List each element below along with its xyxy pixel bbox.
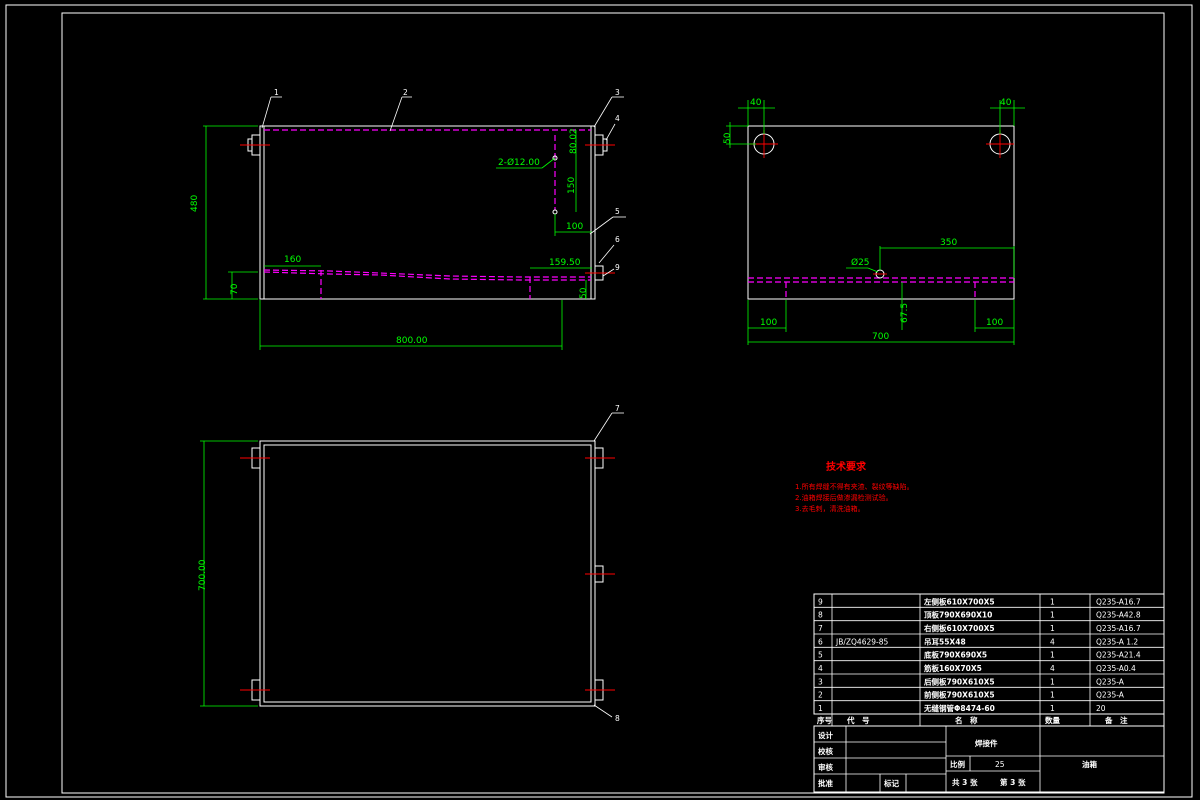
dim-bottom-offset: 70: [230, 283, 240, 295]
dim-hole-top: 50: [723, 132, 733, 144]
tb-sheet-current: 第 3 张: [1000, 777, 1026, 787]
bom-cell-code: JB/ZQ4629-85: [835, 637, 888, 646]
tb-scale-label: 比例: [950, 759, 965, 769]
cad-drawing: 480 70 800.00 160 159.50 50 80.02 150 10…: [5, 4, 1193, 798]
dim-right-offset: 159.50: [549, 258, 581, 268]
bom-header-remark: 备 注: [1104, 715, 1128, 725]
bom-cell-name: 后侧板790X610X5: [924, 676, 995, 686]
tech-note-2: 2.油箱焊接后做渗漏检测试验。: [795, 493, 893, 502]
bom-cell-name: 左侧板610X700X5: [923, 596, 995, 606]
top-tank-outline: [259, 440, 596, 707]
side-view: 40 40 50 350 Ø25 67.5 100 100 700: [723, 98, 1025, 345]
dim-height-small: 67.5: [900, 303, 910, 323]
bom-cell-qty: 4: [1050, 664, 1055, 673]
hole-callout: 2-Ø12.00: [498, 157, 540, 168]
bom-cell-no: 9: [818, 597, 823, 606]
front-view: 480 70 800.00 160 159.50 50 80.02 150 10…: [190, 88, 626, 350]
part-label-5: 5: [615, 207, 620, 216]
bom-cell-material: Q235-A0.4: [1096, 664, 1136, 673]
dim-right-hole: 40: [1000, 98, 1012, 108]
bom-header-name: 名 称: [955, 715, 978, 725]
bom-cell-qty: 1: [1050, 677, 1055, 686]
dim-hole-vertical-b: 150: [567, 177, 577, 194]
tb-drawing-name: 油箱: [1082, 759, 1098, 769]
bom-cell-name: 无缝钢管Φ8474-60: [923, 703, 995, 713]
technical-requirements: 技术要求 1.所有焊缝不得有夹渣、裂纹等缺陷。 2.油箱焊接后做渗漏检测试验。 …: [795, 460, 914, 513]
part-label-9: 9: [615, 263, 620, 272]
dim-bottom-right: 50: [579, 287, 589, 299]
top-view: 700.00 7 8: [198, 404, 624, 723]
tb-scale-value: 25: [995, 760, 1005, 769]
bom-cell-material: Q235-A16.7: [1096, 597, 1141, 606]
tech-notes-title: 技术要求: [826, 460, 867, 473]
bom-cell-qty: 1: [1050, 611, 1055, 620]
bom-cell-material: Q235-A: [1096, 677, 1125, 686]
dim-height: 480: [190, 195, 200, 212]
tb-approve: 批准: [818, 778, 833, 788]
bom-cell-no: 6: [818, 637, 823, 646]
tb-mark: 标记: [883, 778, 899, 788]
part-label-7: 7: [615, 404, 620, 413]
dim-left-bottom: 100: [760, 318, 777, 328]
part-label-2: 2: [403, 88, 408, 97]
bom-cell-no: 5: [818, 651, 823, 660]
part-label-8: 8: [615, 714, 620, 723]
part-label-4: 4: [615, 114, 620, 123]
side-tank-outline: [747, 125, 1015, 300]
dim-span: 350: [940, 238, 957, 248]
bom-cell-qty: 1: [1050, 691, 1055, 700]
bom-cell-qty: 4: [1050, 637, 1055, 646]
part-label-3: 3: [615, 88, 620, 97]
bom-cell-name: 顶板790X690X10: [924, 610, 992, 620]
bom-cell-material: Q235-A16.7: [1096, 624, 1141, 633]
bom-table: 9 左侧板610X700X5 1 Q235-A16.7 8 顶板790X690X10 1 Q2…: [813, 593, 1165, 727]
tb-sheet-total: 共 3 张: [952, 777, 978, 787]
bom-header-no: 序号: [817, 715, 832, 725]
bom-cell-name: 筋板160X70X5: [924, 663, 982, 673]
bom-cell-material: Q235-A 1.2: [1096, 637, 1138, 646]
dim-hole-horizontal: 100: [566, 222, 583, 232]
part-label-1: 1: [274, 88, 279, 97]
bom-cell-qty: 1: [1050, 624, 1055, 633]
dim-depth: 700.00: [198, 559, 208, 591]
bom-header-qty: 数量: [1045, 715, 1061, 725]
bom-cell-no: 3: [818, 677, 823, 686]
bom-cell-material: Q235-A: [1096, 691, 1125, 700]
part-label-6: 6: [615, 235, 620, 244]
bom-cell-no: 2: [818, 691, 823, 700]
dim-hole-vertical-a: 80.02: [569, 128, 579, 154]
bom-cell-no: 1: [818, 704, 823, 713]
tb-review: 审核: [818, 762, 833, 772]
dim-total-width: 700: [872, 332, 889, 342]
tb-design: 设计: [818, 730, 833, 740]
dim-right-bottom: 100: [986, 318, 1003, 328]
bom-cell-name: 右侧板610X700X5: [923, 623, 995, 633]
bom-cell-qty: 1: [1050, 597, 1055, 606]
inner-frame: [61, 12, 1165, 794]
bom-cell-material: Q235-A42.8: [1096, 611, 1141, 620]
bom-cell-name: 前侧板790X610X5: [924, 690, 995, 700]
bom-cell-name: 吊耳55X48: [924, 637, 966, 646]
bom-cell-name: 底板790X690X5: [924, 650, 987, 660]
dim-width: 800.00: [396, 336, 428, 346]
dim-left-hole: 40: [750, 98, 762, 108]
dim-diameter: Ø25: [851, 257, 870, 268]
bom-cell-no: 7: [818, 624, 823, 633]
tb-check: 校核: [818, 746, 833, 756]
title-block: 设计 校核 审核 批准 标记 焊接件 比例 25 油箱 共 3 张 第 3 张: [813, 725, 1165, 793]
tech-note-3: 3.去毛刺，清洗油箱。: [795, 504, 865, 513]
bom-cell-no: 8: [818, 611, 823, 620]
bom-cell-qty: 1: [1050, 704, 1055, 713]
bom-cell-no: 4: [818, 664, 823, 673]
dim-left-offset: 160: [284, 255, 301, 265]
bom-header-code: 代 号: [846, 715, 870, 725]
bom-cell-qty: 1: [1050, 651, 1055, 660]
tech-note-1: 1.所有焊缝不得有夹渣、裂纹等缺陷。: [795, 482, 914, 491]
bom-cell-material: Q235-A21.4: [1096, 651, 1141, 660]
bom-cell-material: 20: [1096, 704, 1106, 713]
tb-part-name: 焊接件: [975, 738, 998, 748]
